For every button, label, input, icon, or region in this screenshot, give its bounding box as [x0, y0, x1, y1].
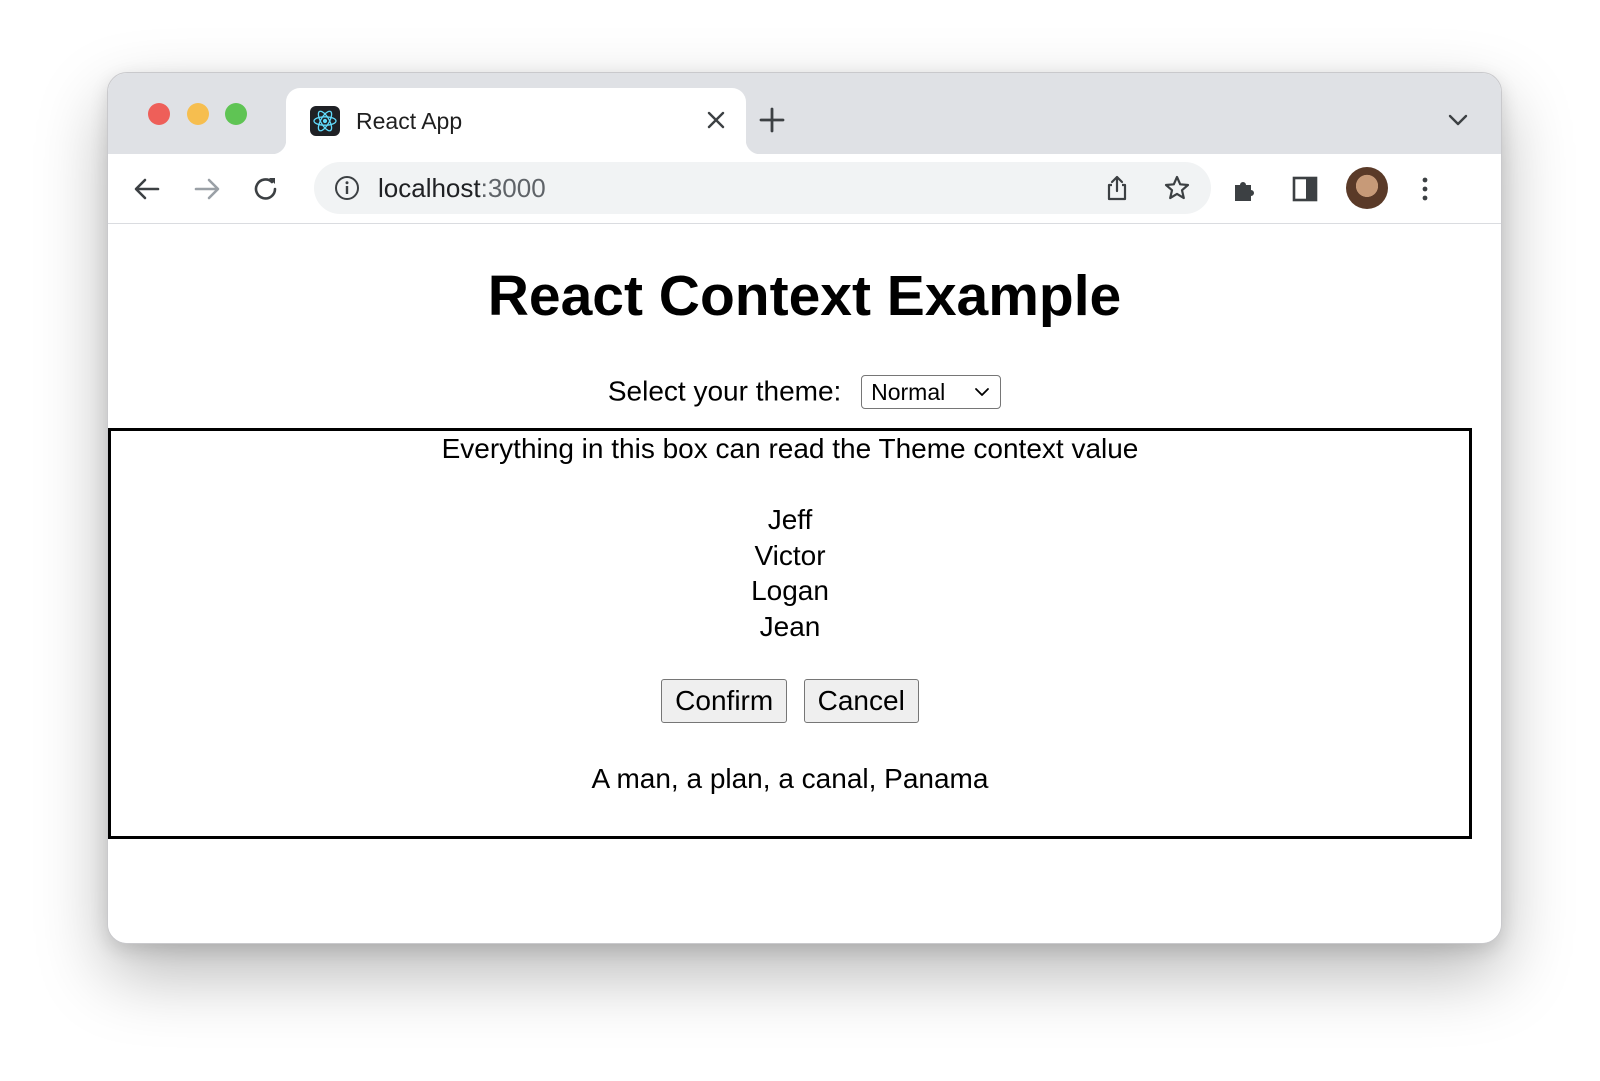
theme-context-box: Everything in this box can read the Them…: [108, 428, 1472, 839]
chevron-down-icon: [975, 387, 990, 396]
tab-strip: React App: [108, 73, 1501, 154]
list-item: Victor: [754, 540, 826, 571]
page-content: React Context Example Select your theme:…: [108, 224, 1501, 943]
url-host: localhost: [378, 173, 481, 203]
minimize-window-button[interactable]: [187, 103, 209, 125]
close-window-button[interactable]: [148, 103, 170, 125]
site-info-icon[interactable]: [334, 175, 360, 201]
side-panel-icon[interactable]: [1290, 174, 1320, 204]
browser-window: React App localhost:3000 React Context E…: [107, 72, 1502, 944]
palindrome-text: A man, a plan, a canal, Panama: [591, 763, 989, 794]
address-url[interactable]: localhost:3000: [378, 173, 546, 203]
cancel-button[interactable]: Cancel: [803, 679, 919, 723]
theme-selector-row: Select your theme: Normal: [108, 370, 1501, 412]
profile-avatar[interactable]: [1346, 167, 1388, 209]
list-item: Jean: [759, 611, 821, 642]
url-port: :3000: [480, 173, 546, 203]
page-title: React Context Example: [487, 264, 1122, 328]
react-logo-icon: [310, 106, 340, 136]
theme-select[interactable]: Normal: [861, 374, 1002, 409]
confirm-button[interactable]: Confirm: [661, 679, 788, 723]
tab-close-icon[interactable]: [704, 108, 728, 132]
tab-search-chevron-down-icon[interactable]: [1447, 111, 1469, 129]
tab-title: React App: [356, 108, 463, 134]
list-item: Logan: [751, 575, 829, 606]
theme-select-value: Normal: [871, 378, 946, 405]
address-bar[interactable]: localhost:3000: [314, 162, 1211, 214]
forward-arrow-icon[interactable]: [192, 174, 222, 204]
back-arrow-icon[interactable]: [132, 174, 162, 204]
button-group: Confirm Cancel: [111, 679, 1469, 723]
list-item: Jeff: [767, 504, 813, 535]
theme-label: Select your theme:: [607, 375, 842, 407]
extensions-puzzle-icon[interactable]: [1230, 174, 1260, 204]
maximize-window-button[interactable]: [225, 103, 247, 125]
bookmark-star-icon[interactable]: [1163, 174, 1191, 202]
reload-icon[interactable]: [251, 174, 281, 204]
share-icon[interactable]: [1104, 174, 1130, 202]
context-box-intro: Everything in this box can read the Them…: [441, 433, 1139, 464]
new-tab-plus-icon[interactable]: [758, 106, 786, 134]
browser-toolbar: localhost:3000: [108, 154, 1501, 224]
tab-react-app[interactable]: React App: [272, 88, 760, 154]
more-options-icon[interactable]: [1410, 174, 1440, 204]
